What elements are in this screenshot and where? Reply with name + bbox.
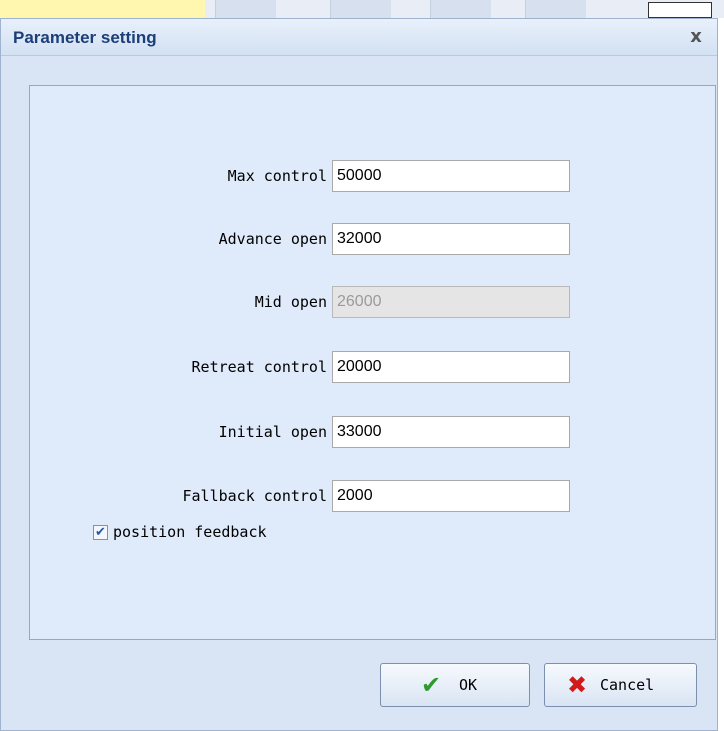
max-control-input[interactable]	[332, 160, 570, 192]
dialog-title: Parameter setting	[13, 28, 157, 47]
highlight-block	[0, 0, 205, 18]
parameters-panel: Max control Advance open Mid open Retrea…	[29, 85, 716, 640]
strip-segment	[215, 0, 276, 18]
max-control-label: Max control	[227, 167, 327, 185]
strip-segment	[525, 0, 586, 18]
position-feedback-checkbox[interactable]: ✔	[93, 525, 108, 540]
retreat-control-input[interactable]	[332, 351, 570, 383]
ok-button-label: OK	[459, 676, 478, 694]
fallback-control-label: Fallback control	[182, 487, 328, 505]
cancel-button[interactable]: ✖ Cancel	[544, 663, 697, 707]
mid-open-input	[332, 286, 570, 318]
close-icon[interactable]: x	[685, 26, 707, 48]
position-feedback-label: position feedback	[113, 523, 267, 541]
checkmark-icon: ✔	[421, 671, 442, 699]
advance-open-input[interactable]	[332, 223, 570, 255]
advance-open-label: Advance open	[218, 230, 327, 248]
ok-button[interactable]: ✔ OK	[380, 663, 530, 707]
red-x-icon: ✖	[567, 671, 588, 699]
strip-box	[648, 2, 712, 18]
initial-open-input[interactable]	[332, 416, 570, 448]
field-row-advance-open: Advance open	[30, 223, 715, 255]
dialog-titlebar: Parameter setting x	[1, 19, 717, 56]
cancel-button-label: Cancel	[600, 676, 655, 694]
parameter-setting-dialog: Parameter setting x Max control Advance …	[0, 18, 718, 731]
field-row-initial-open: Initial open	[30, 416, 715, 448]
mid-open-label: Mid open	[254, 293, 327, 311]
field-row-retreat-control: Retreat control	[30, 351, 715, 383]
field-row-fallback-control: Fallback control	[30, 480, 715, 512]
retreat-control-label: Retreat control	[191, 358, 327, 376]
initial-open-label: Initial open	[218, 423, 327, 441]
field-row-max-control: Max control	[30, 160, 715, 192]
background-window-strip	[0, 0, 724, 18]
fallback-control-input[interactable]	[332, 480, 570, 512]
strip-segment	[330, 0, 391, 18]
field-row-mid-open: Mid open	[30, 286, 715, 318]
strip-segment	[430, 0, 491, 18]
